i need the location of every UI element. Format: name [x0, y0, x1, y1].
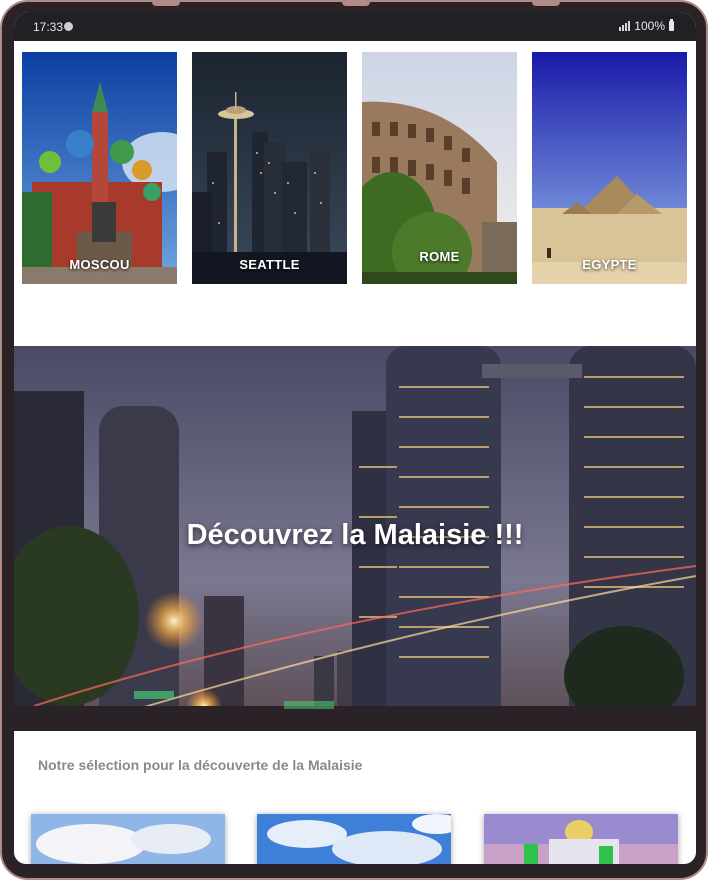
sky-thumbnail [31, 814, 225, 864]
destination-card-rome[interactable]: ROME [362, 52, 517, 284]
destination-card-moscou[interactable]: MOSCOU [22, 52, 177, 284]
moscou-image [22, 52, 177, 284]
destination-label: EGYPTE [582, 257, 637, 272]
cloud-thumbnail [257, 814, 451, 864]
battery-text: 100% [634, 19, 665, 33]
selection-card-1[interactable] [31, 814, 225, 864]
hero-title: Découvrez la Malaisie !!! [186, 519, 524, 551]
hinge-center [342, 2, 370, 6]
mosque-thumbnail [484, 814, 678, 864]
status-bar: 17:33 100% [14, 12, 696, 41]
spotify-icon [64, 22, 73, 31]
section-title: Notre sélection pour la découverte de la… [38, 757, 363, 773]
selection-card-2[interactable] [257, 814, 451, 864]
hinge-right [532, 2, 560, 6]
screen: 17:33 100% MOSCOU SEATTLE ROME EGYPTE Dé… [14, 12, 696, 864]
seattle-image [192, 52, 347, 284]
destination-card-seattle[interactable]: SEATTLE [192, 52, 347, 284]
destination-label: ROME [419, 249, 460, 264]
status-right: 100% [619, 19, 674, 33]
destination-label: SEATTLE [239, 257, 300, 272]
destination-grid: MOSCOU SEATTLE ROME EGYPTE [22, 52, 688, 284]
selection-card-3[interactable] [484, 814, 678, 864]
status-time: 17:33 [33, 20, 64, 34]
hero-banner: Découvrez la Malaisie !!! [14, 346, 696, 731]
egypte-image [532, 52, 687, 284]
hinge-left [152, 2, 180, 6]
destination-card-egypte[interactable]: EGYPTE [532, 52, 687, 284]
battery-icon [669, 19, 674, 31]
signal-icon [619, 21, 631, 31]
device-frame: 17:33 100% MOSCOU SEATTLE ROME EGYPTE Dé… [0, 0, 708, 880]
destination-label: MOSCOU [69, 257, 130, 272]
